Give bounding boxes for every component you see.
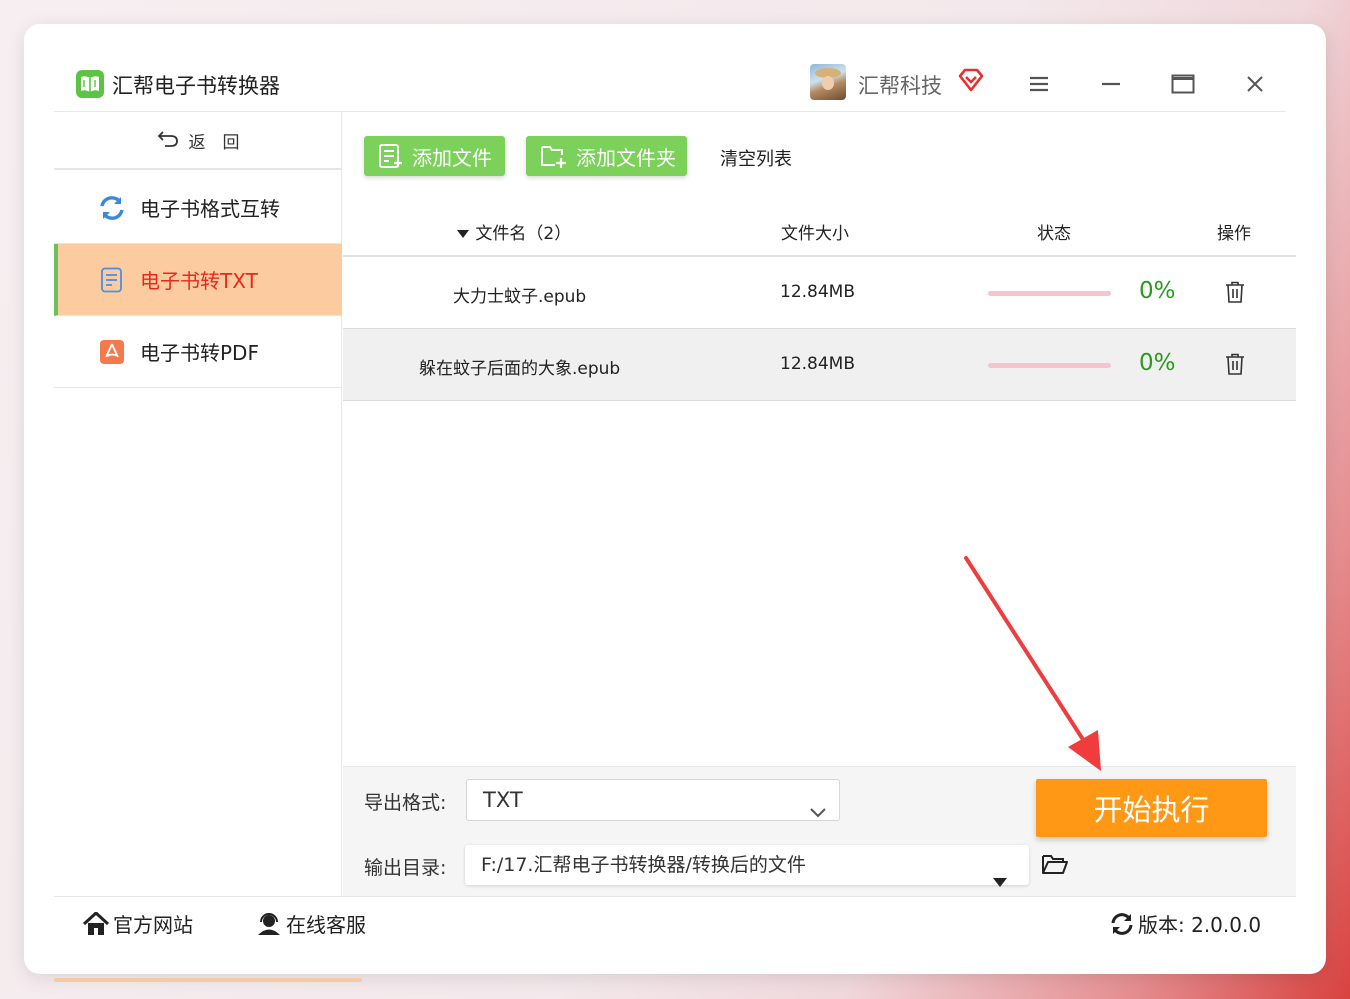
format-select[interactable]: TXT	[466, 779, 840, 821]
website-link[interactable]: 官方网站	[83, 909, 193, 938]
table-row[interactable]: 躲在蚊子后面的大象.epub 12.84MB 0%	[343, 329, 1296, 401]
menu-icon[interactable]	[1025, 70, 1053, 98]
caret-down-icon	[993, 861, 1007, 901]
table-row[interactable]: 大力士蚊子.epub 12.84MB 0%	[343, 257, 1296, 329]
pdf-icon	[98, 338, 126, 366]
sort-down-icon	[456, 224, 475, 244]
annotation-arrow-icon	[964, 556, 1101, 771]
sidebar: 返 回 电子书格式互转 电子书转TXT 电子书转PDF	[54, 112, 342, 896]
trash-icon[interactable]	[1225, 281, 1245, 308]
name-column-header[interactable]: 文件名（2）	[456, 219, 571, 244]
maximize-icon[interactable]	[1169, 70, 1197, 98]
back-button[interactable]: 返 回	[54, 112, 342, 170]
clear-list-button[interactable]: 清空列表	[720, 145, 792, 171]
back-label: 返 回	[188, 132, 240, 153]
progress-bar	[988, 291, 1111, 296]
close-icon[interactable]	[1241, 70, 1269, 98]
support-link[interactable]: 在线客服	[256, 909, 366, 938]
document-icon	[98, 266, 126, 294]
add-file-button[interactable]: 添加文件	[364, 136, 505, 176]
progress-percent: 0%	[1139, 278, 1176, 304]
file-size: 12.84MB	[780, 282, 855, 302]
format-value: TXT	[483, 788, 523, 812]
book-logo-icon	[76, 70, 104, 98]
output-dir-select[interactable]: F:/17.汇帮电子书转换器/转换后的文件	[465, 845, 1029, 887]
refresh-icon	[98, 194, 126, 222]
progress-bar	[988, 363, 1111, 368]
vip-diamond-icon[interactable]	[957, 67, 985, 97]
trash-icon[interactable]	[1225, 353, 1245, 380]
back-arrow-icon	[157, 129, 179, 152]
dir-label: 输出目录:	[364, 857, 447, 879]
add-file-icon	[378, 143, 404, 169]
file-table-header: 文件名（2） 文件大小 状态 操作	[343, 205, 1296, 257]
version-info[interactable]: 版本: 2.0.0.0	[1110, 909, 1261, 938]
format-label: 导出格式:	[364, 792, 447, 814]
update-refresh-icon	[1110, 912, 1134, 936]
bottom-accent-bar	[54, 978, 362, 982]
start-button[interactable]: 开始执行	[1036, 779, 1267, 837]
file-size: 12.84MB	[780, 354, 855, 374]
add-folder-label: 添加文件夹	[576, 145, 676, 170]
status-column-header: 状态	[1037, 224, 1071, 244]
version-label: 版本: 2.0.0.0	[1138, 913, 1262, 937]
sidebar-item-label: 电子书转PDF	[140, 341, 259, 365]
sidebar-item-format-convert[interactable]: 电子书格式互转	[54, 172, 342, 244]
sidebar-item-to-txt[interactable]: 电子书转TXT	[54, 244, 342, 316]
minimize-icon[interactable]	[1097, 70, 1125, 98]
dir-value: F:/17.汇帮电子书转换器/转换后的文件	[481, 854, 806, 876]
progress-percent: 0%	[1139, 350, 1176, 376]
size-column-header: 文件大小	[781, 224, 849, 244]
action-column-header: 操作	[1217, 224, 1251, 244]
add-folder-button[interactable]: 添加文件夹	[526, 136, 687, 176]
support-agent-icon	[256, 912, 282, 936]
app-title: 汇帮电子书转换器	[112, 74, 280, 98]
file-name: 躲在蚊子后面的大象.epub	[419, 359, 621, 379]
user-avatar[interactable]	[810, 64, 846, 100]
file-name: 大力士蚊子.epub	[453, 287, 587, 307]
sidebar-item-label: 电子书格式互转	[140, 197, 280, 221]
chevron-down-icon	[809, 792, 827, 832]
name-column-label: 文件名（2）	[475, 224, 572, 244]
sidebar-item-to-pdf[interactable]: 电子书转PDF	[54, 316, 342, 388]
open-folder-icon[interactable]	[1041, 853, 1069, 879]
title-bar: 汇帮电子书转换器 汇帮科技	[54, 52, 1286, 112]
sidebar-item-label: 电子书转TXT	[140, 269, 258, 293]
add-file-label: 添加文件	[412, 145, 492, 170]
brand-name[interactable]: 汇帮科技	[858, 70, 942, 100]
footer: 官方网站 在线客服 版本: 2.0.0.0	[54, 896, 1296, 946]
add-folder-icon	[540, 143, 568, 169]
home-icon	[83, 911, 109, 936]
website-label: 官方网站	[113, 913, 193, 937]
support-label: 在线客服	[286, 913, 366, 937]
